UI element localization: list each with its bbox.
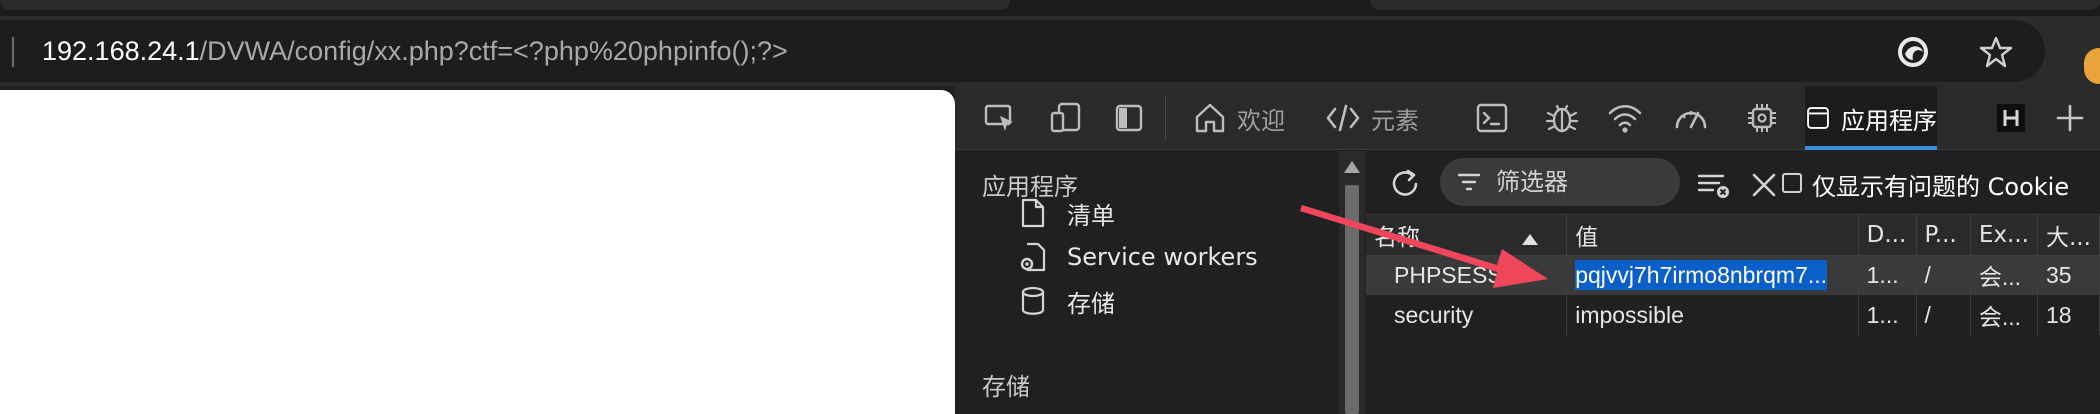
cookie-name: security [1366,295,1568,335]
url-host: 192.168.24.1 [42,36,200,66]
column-header-value[interactable]: 值 [1566,215,1859,256]
url-path: /DVWA/config/xx.php?ctf=<?php%20phpinfo(… [199,36,788,66]
address-divider [12,37,14,67]
url-text[interactable]: 192.168.24.1/DVWA/config/xx.php?ctf=<?ph… [42,35,788,67]
column-header-expires[interactable]: Ex... [1970,215,2038,256]
cookie-expires: 会... [1970,295,2038,335]
refresh-icon[interactable] [1388,167,1422,201]
tab-sources[interactable] [1545,86,1579,150]
file-icon [1021,198,1045,228]
tab-console[interactable] [1475,86,1509,150]
sidebar-item-manifest[interactable]: 清单 [1019,193,1115,233]
tab-application-label: 应用程序 [1841,106,1937,135]
cookie-filter-input-box[interactable] [1440,158,1680,206]
memory-chip-icon [1748,104,1776,132]
cookies-table: 名称 值 D... P... Ex... 大... PHPSESSID pqjv… [1366,215,2100,335]
sort-ascending-icon [1522,233,1538,245]
table-row[interactable]: PHPSESSID pqjvvj7h7irmo8nbrqm7... 1... /… [1366,255,2100,295]
tab-elements-label: 元素 [1371,106,1419,135]
code-icon [1326,104,1360,132]
only-issues-label: 仅显示有问题的 Cookie [1812,173,2070,201]
only-issues-checkbox[interactable] [1782,173,1802,193]
column-header-domain[interactable]: D... [1858,215,1917,256]
add-tab-icon [2056,104,2084,132]
cookie-size: 18 [2037,295,2100,335]
device-emulation-icon [1050,102,1081,133]
sidebar-item-label: Service workers [1067,243,1258,271]
favorite-star-icon[interactable] [1978,34,2014,70]
tab-hackbar[interactable] [1995,86,2027,150]
sidebar-item-label: 清单 [1067,201,1115,230]
tab-welcome-label: 欢迎 [1237,106,1285,135]
selected-value-text[interactable]: pqjvvj7h7irmo8nbrqm7... [1575,259,1828,290]
cookies-pane: 仅显示有问题的 Cookie 名称 值 D... P... Ex... 大... [1366,151,2100,414]
delete-all-cookies-icon[interactable] [1751,172,1777,198]
toggle-sidebar-icon [1115,104,1143,132]
filter-icon [1457,173,1481,191]
table-header-row: 名称 值 D... P... Ex... 大... [1366,215,2100,256]
page-viewport[interactable] [0,90,955,414]
clear-filtered-cookies-icon[interactable] [1696,169,1732,201]
toggle-sidebar-button[interactable] [1113,86,1145,150]
column-header-path[interactable]: P... [1916,215,1971,256]
gear-file-icon [1020,242,1046,272]
application-sidebar: 应用程序 清单 Service workers 存储 存储 [955,151,1365,414]
browser-toolbar: 192.168.24.1/DVWA/config/xx.php?ctf=<?ph… [0,16,2100,86]
address-bar[interactable]: 192.168.24.1/DVWA/config/xx.php?ctf=<?ph… [0,20,2045,82]
browser-tab[interactable] [1370,0,2100,10]
bug-icon [1545,104,1579,133]
inspect-button[interactable] [983,86,1017,150]
column-header-name[interactable]: 名称 [1366,215,1568,256]
tab-application[interactable]: 应用程序 [1805,86,1937,150]
cookie-value: impossible [1566,295,1859,335]
sidebar-item-service-workers[interactable]: Service workers [1019,237,1258,277]
column-header-size[interactable]: 大... [2037,215,2100,256]
tab-performance[interactable] [1673,86,1709,150]
device-emulation-button[interactable] [1049,86,1083,150]
inspect-icon [984,104,1013,131]
cookie-expires: 会... [1970,255,2038,295]
sidebar-item-storage[interactable]: 存储 [1019,281,1115,321]
more-tools-button[interactable] [2055,86,2085,150]
cookie-size: 35 [2037,255,2100,295]
cookie-path: / [1916,255,1971,295]
extension-icon[interactable] [2084,48,2100,84]
browser-tab[interactable] [0,0,1010,10]
cookie-domain: 1... [1858,255,1917,295]
cookie-value: pqjvvj7h7irmo8nbrqm7... [1566,255,1859,295]
network-wifi-icon [1608,104,1642,133]
tab-elements[interactable]: 元素 [1325,86,1419,150]
home-icon [1195,103,1225,133]
cookies-toolbar: 仅显示有问题的 Cookie [1366,151,2100,215]
scrollbar-thumb[interactable] [1345,185,1359,414]
tab-welcome[interactable]: 欢迎 [1193,86,1285,150]
tab-memory[interactable] [1745,86,1779,150]
devtools-tabbar: 欢迎 元素 应用程序 [955,86,2100,150]
scroll-up-icon[interactable] [1344,161,1360,173]
application-icon [1807,107,1829,129]
cookie-path: / [1916,295,1971,335]
tab-network[interactable] [1607,86,1643,150]
filter-input[interactable] [1496,168,1666,196]
devtools-panel: 欢迎 元素 应用程序 应用程序 清单 Service workers 存储 存储… [955,86,2100,414]
tab-strip [0,0,2100,16]
section-storage-heading: 存储 [982,373,1030,401]
console-icon [1476,103,1508,133]
hackbar-icon [1997,104,2025,132]
performance-gauge-icon [1675,111,1707,129]
cookie-name: PHPSESSID [1366,255,1568,295]
database-icon [1021,286,1045,315]
edge-copilot-icon[interactable] [1895,34,1931,70]
tab-divider [1165,96,1166,140]
table-row[interactable]: security impossible 1... / 会... 18 [1366,295,2100,335]
sidebar-item-label: 存储 [1067,289,1115,318]
cookie-domain: 1... [1858,295,1917,335]
sidebar-scrollbar[interactable] [1339,151,1365,414]
